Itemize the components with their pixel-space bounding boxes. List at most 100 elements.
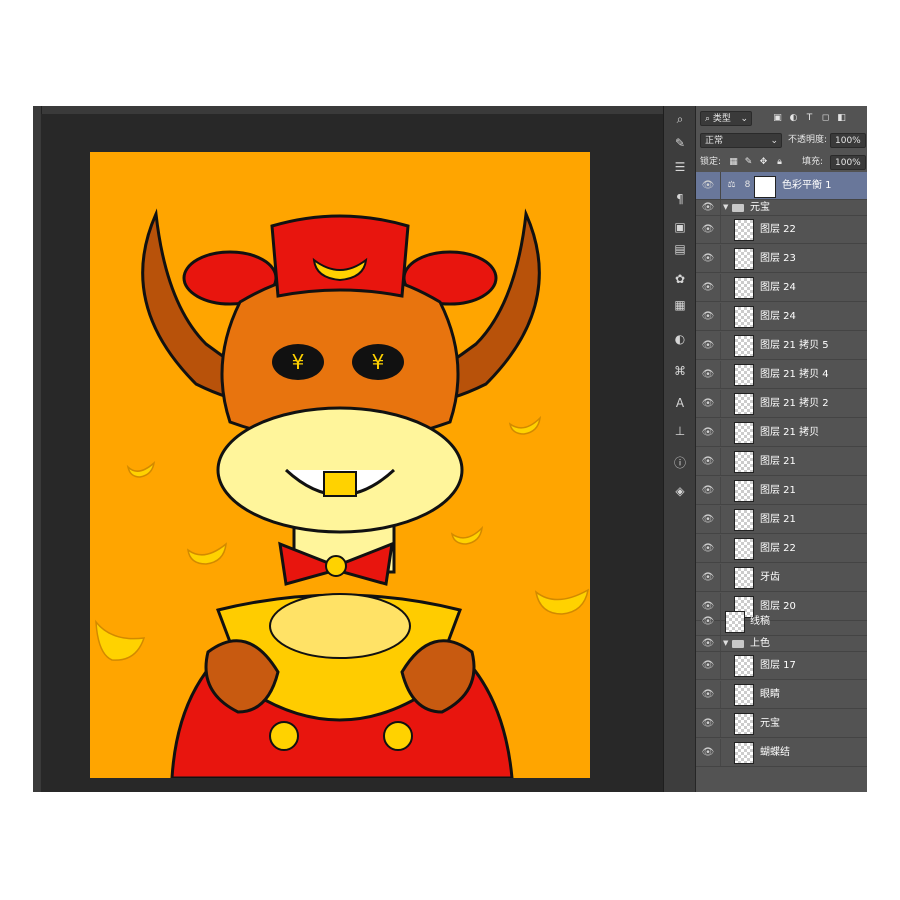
- history-icon[interactable]: ⌕: [671, 110, 689, 128]
- opacity-input[interactable]: 100%: [830, 133, 866, 148]
- lock-icon[interactable]: 🔒︎: [774, 157, 785, 168]
- eye-icon[interactable]: 👁︎: [701, 717, 715, 731]
- eye-icon[interactable]: 👁︎: [701, 310, 715, 324]
- eye-icon[interactable]: 👁︎: [701, 659, 715, 673]
- layer-name[interactable]: 线稿: [750, 615, 770, 629]
- group-name[interactable]: 上色: [750, 637, 770, 651]
- lock-transparent-icon[interactable]: ▦: [728, 157, 739, 168]
- chevron-down-icon[interactable]: ▼: [723, 203, 728, 211]
- align-icon[interactable]: ⊥: [671, 422, 689, 440]
- type-filter-icon[interactable]: T: [804, 113, 815, 124]
- layer-name[interactable]: 图层 22: [760, 542, 796, 556]
- eye-icon[interactable]: 👁︎: [701, 484, 715, 498]
- layer-row-lineart[interactable]: 👁︎ 线稿: [696, 608, 867, 636]
- info-icon[interactable]: ⓘ: [671, 454, 689, 472]
- layer-name[interactable]: 图层 21 拷贝 4: [760, 368, 829, 382]
- layer-name[interactable]: 图层 24: [760, 281, 796, 295]
- layer-group-yuanbao[interactable]: 👁︎ ▼ 元宝: [696, 200, 867, 216]
- grid-icon[interactable]: ▦: [671, 296, 689, 314]
- sliders-icon[interactable]: ☰: [671, 158, 689, 176]
- eye-icon[interactable]: 👁︎: [701, 637, 715, 651]
- eye-icon[interactable]: 👁︎: [701, 223, 715, 237]
- layer-name[interactable]: 眼睛: [760, 688, 780, 702]
- layer-name[interactable]: 色彩平衡 1: [782, 179, 832, 193]
- layer-row[interactable]: 👁︎ 图层 21: [696, 477, 867, 505]
- link-icon[interactable]: 8: [742, 180, 753, 191]
- notes-icon[interactable]: ▤: [671, 240, 689, 258]
- layer-group-coloring[interactable]: 👁︎ ▼ 上色: [696, 636, 867, 652]
- lock-brush-icon[interactable]: ✎: [743, 157, 754, 168]
- layer-name[interactable]: 元宝: [760, 717, 780, 731]
- eye-icon[interactable]: 👁︎: [701, 397, 715, 411]
- navigator-icon[interactable]: ▣: [671, 218, 689, 236]
- chevron-down-icon[interactable]: ▼: [723, 639, 728, 647]
- fill-input[interactable]: 100%: [830, 155, 866, 170]
- layer-name[interactable]: 图层 21 拷贝: [760, 426, 819, 440]
- layer-name[interactable]: 图层 21 拷贝 5: [760, 339, 829, 353]
- layer-row[interactable]: 👁︎ 元宝: [696, 710, 867, 738]
- layer-row[interactable]: 👁︎ 图层 21 拷贝 4: [696, 361, 867, 389]
- smart-object-filter-icon[interactable]: ◧: [836, 113, 847, 124]
- swatches-icon[interactable]: ✿: [671, 270, 689, 288]
- eye-icon[interactable]: 👁︎: [701, 513, 715, 527]
- layer-filter-select[interactable]: ⌕ 类型 ⌄: [700, 111, 752, 126]
- eye-icon[interactable]: 👁︎: [701, 281, 715, 295]
- layer-row[interactable]: 👁︎ 图层 22: [696, 216, 867, 244]
- layer-name[interactable]: 牙齿: [760, 571, 780, 585]
- layer-row[interactable]: 👁︎ 图层 21: [696, 448, 867, 476]
- layer-thumbnail: [734, 393, 754, 415]
- eye-icon[interactable]: 👁︎: [701, 252, 715, 266]
- layer-thumbnail: [734, 219, 754, 241]
- layer-row[interactable]: 👁︎ 图层 24: [696, 303, 867, 331]
- eye-icon[interactable]: 👁︎: [701, 339, 715, 353]
- eye-icon[interactable]: 👁︎: [701, 368, 715, 382]
- layer-row[interactable]: 👁︎ 牙齿: [696, 564, 867, 592]
- group-name[interactable]: 元宝: [750, 201, 770, 215]
- layer-row[interactable]: 👁︎ 眼睛: [696, 681, 867, 709]
- eye-icon[interactable]: 👁︎: [701, 615, 715, 629]
- layer-name[interactable]: 图层 21 拷贝 2: [760, 397, 829, 411]
- eye-icon[interactable]: 👁︎: [701, 426, 715, 440]
- layer-row-adjustment[interactable]: 👁︎ ⚖ 8 色彩平衡 1: [696, 172, 867, 200]
- layer-row[interactable]: 👁︎ 图层 24: [696, 274, 867, 302]
- layer-name[interactable]: 图层 21: [760, 513, 796, 527]
- layer-thumbnail: [734, 509, 754, 531]
- folder-icon: [732, 204, 744, 212]
- image-filter-icon[interactable]: ▣: [772, 113, 783, 124]
- layer-row[interactable]: 👁︎ 图层 21 拷贝: [696, 419, 867, 447]
- layer-name[interactable]: 图层 24: [760, 310, 796, 324]
- eye-icon[interactable]: 👁︎: [701, 746, 715, 760]
- layer-row[interactable]: 👁︎ 图层 23: [696, 245, 867, 273]
- canvas-area[interactable]: ¥ ¥: [41, 114, 663, 792]
- properties-icon[interactable]: ◈: [671, 482, 689, 500]
- mask-thumbnail[interactable]: [754, 176, 776, 198]
- eye-icon[interactable]: 👁︎: [701, 542, 715, 556]
- layer-row[interactable]: 👁︎ 图层 21 拷贝 5: [696, 332, 867, 360]
- eye-icon[interactable]: 👁︎: [701, 688, 715, 702]
- layer-name[interactable]: 图层 22: [760, 223, 796, 237]
- layer-row[interactable]: 👁︎ 蝴蝶结: [696, 739, 867, 767]
- layer-name[interactable]: 图层 21: [760, 484, 796, 498]
- shape-filter-icon[interactable]: ◻: [820, 113, 831, 124]
- artboard[interactable]: ¥ ¥: [90, 152, 590, 778]
- eye-icon[interactable]: 👁︎: [701, 455, 715, 469]
- eye-icon[interactable]: 👁︎: [701, 179, 715, 193]
- move-icon[interactable]: ✥: [758, 157, 769, 168]
- layer-row[interactable]: 👁︎ 图层 21: [696, 506, 867, 534]
- styles-icon[interactable]: ⌘: [671, 362, 689, 380]
- layer-name[interactable]: 图层 23: [760, 252, 796, 266]
- layer-name[interactable]: 蝴蝶结: [760, 746, 790, 760]
- layer-name[interactable]: 图层 21: [760, 455, 796, 469]
- layer-row[interactable]: 👁︎ 图层 17: [696, 652, 867, 680]
- paragraph-icon[interactable]: ¶: [671, 190, 689, 208]
- adjustments-icon[interactable]: ◐: [671, 330, 689, 348]
- eye-icon[interactable]: 👁︎: [701, 201, 715, 215]
- type-icon[interactable]: A: [671, 394, 689, 412]
- layer-name[interactable]: 图层 17: [760, 659, 796, 673]
- brush-icon[interactable]: ✎: [671, 134, 689, 152]
- layer-row[interactable]: 👁︎ 图层 22: [696, 535, 867, 563]
- eye-icon[interactable]: 👁︎: [701, 571, 715, 585]
- layer-row[interactable]: 👁︎ 图层 21 拷贝 2: [696, 390, 867, 418]
- blend-mode-select[interactable]: 正常 ⌄: [700, 133, 782, 148]
- adjustment-filter-icon[interactable]: ◐: [788, 113, 799, 124]
